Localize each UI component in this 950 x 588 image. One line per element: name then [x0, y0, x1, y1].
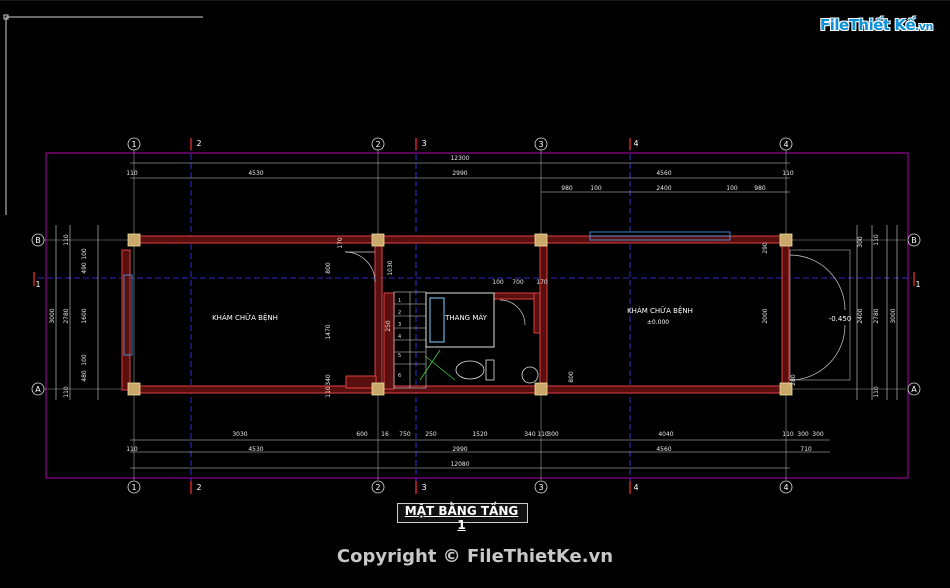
toilet-fixtures	[419, 349, 539, 384]
dim-int-10: 2000	[762, 308, 769, 323]
stair-step-1: 1	[398, 298, 401, 304]
stair-step-3: 3	[398, 322, 401, 328]
dim-top-5: 110	[782, 170, 794, 177]
dim-bot-2: 600	[356, 431, 368, 438]
dim-int-8: 700	[512, 279, 524, 286]
dim-top2-5: 980	[754, 185, 766, 192]
grid-label-a-right: A	[911, 385, 917, 394]
grid-label-1-left: 1	[35, 280, 40, 289]
grid-label-1-bottom: 1	[131, 483, 136, 492]
dim-bot-4: 750	[399, 431, 411, 438]
dim-int-4: 1470	[325, 324, 332, 339]
stair-step-5: 5	[398, 353, 401, 359]
room-label-elevator: THANG MÁY	[444, 313, 487, 322]
grid-label-3b-top: 3	[538, 140, 543, 149]
grid-label-3-top: 3	[421, 139, 426, 148]
dim-bot-10: 4040	[658, 431, 673, 438]
dim-bot2-5: 710	[800, 446, 812, 453]
dim-bot-1: 3030	[232, 431, 247, 438]
grid-label-a-left: A	[35, 385, 41, 394]
dim-top-4: 4560	[656, 170, 671, 177]
grid-label-4-top: 4	[633, 139, 638, 148]
dim-left-8: 110	[63, 386, 70, 398]
dim-top-3: 2990	[452, 170, 467, 177]
dim-bot2-3: 2990	[452, 446, 467, 453]
dim-bot-total: 12080	[450, 461, 469, 468]
dim-right-5: 110	[873, 234, 880, 246]
grid-label-4b-bottom: 4	[783, 483, 788, 492]
dim-right-3: 3000	[890, 308, 897, 323]
dim-int-3: 800	[325, 262, 332, 274]
cad-viewport-frame	[0, 0, 950, 215]
dim-int-2: 1030	[387, 260, 394, 275]
dim-right-4: 2780	[873, 308, 880, 323]
grid-label-4b-top: 4	[783, 140, 788, 149]
dim-left-2: 2780	[63, 308, 70, 323]
dim-left-1: 3000	[49, 308, 56, 323]
dim-int-6: 110	[325, 386, 332, 398]
dim-int-9: 170	[536, 279, 548, 286]
dim-top2-3: 2400	[656, 185, 671, 192]
dim-left-7: 480	[81, 370, 88, 382]
dim-right-7: 110	[873, 386, 880, 398]
dim-top2-4: 100	[726, 185, 738, 192]
dim-int-5: 340	[325, 374, 332, 386]
filethietke-logo-text: FileThiết Kế.vn	[820, 16, 933, 34]
dim-top-2: 4530	[248, 170, 263, 177]
stair-step-2: 2	[398, 310, 401, 316]
dim-right-6: 280	[790, 374, 797, 386]
logo-rest: Thiết Kế	[848, 16, 916, 34]
dim-top2-1: 980	[561, 185, 573, 192]
dim-bot2-4: 4560	[656, 446, 671, 453]
grid-label-1-right: 1	[915, 280, 920, 289]
logo-main: File	[820, 16, 849, 34]
dim-bot2-1: 110	[126, 446, 138, 453]
dim-int-11: 800	[568, 371, 575, 383]
grid-label-3-bottom: 3	[421, 483, 426, 492]
level-floor: ±0.000	[647, 319, 669, 326]
room-label-left: KHÁM CHỮA BỆNH	[212, 313, 278, 322]
dim-left-9: 100	[81, 354, 88, 366]
dim-bot-11: 110	[782, 431, 794, 438]
dim-int-1: 170	[337, 237, 344, 249]
dim-top-1: 110	[126, 170, 138, 177]
dim-int-12: 250	[385, 320, 392, 332]
level-outdoor: -0.450	[829, 315, 852, 323]
dim-left-4: 110	[63, 234, 70, 246]
copyright-text: Copyright © FileThietKe.vn	[336, 546, 614, 567]
grid-label-1-top: 1	[131, 140, 136, 149]
grid-label-3b-bottom: 3	[538, 483, 543, 492]
dim-left-3: 1600	[81, 308, 88, 323]
dim-bot-7: 340	[524, 431, 536, 438]
dim-int-13: 290	[762, 242, 769, 254]
dim-int-7: 100	[492, 279, 504, 286]
dim-bot-9: 300	[547, 431, 559, 438]
grid-label-2b-bottom: 2	[375, 483, 380, 492]
dim-bot-5: 250	[425, 431, 437, 438]
cad-drawing-canvas: 1 2 2 3 3 4 4 1 2 2 3 3 4 4 B 1 A B 1 A …	[0, 0, 950, 494]
grid-label-2b-top: 2	[375, 140, 380, 149]
dim-left-5: 100	[81, 248, 88, 260]
grid-label-2-top: 2	[196, 139, 201, 148]
grid-label-b-left: B	[35, 236, 41, 245]
dim-right-2: 2400	[857, 308, 864, 323]
dim-right-1: 300	[857, 236, 864, 248]
dim-top-total: 12300	[450, 155, 469, 162]
dim-left-6: 490	[81, 262, 88, 274]
logo-domain: .vn	[915, 20, 933, 33]
dim-bot2-2: 4530	[248, 446, 263, 453]
dim-bot-12: 300	[797, 431, 809, 438]
stair-step-4: 4	[398, 334, 401, 340]
dim-bot-6: 1520	[472, 431, 487, 438]
drawing-title: MẶT BẰNG TẦNG 1	[404, 504, 519, 532]
dim-top2-2: 100	[590, 185, 602, 192]
grid-label-2-bottom: 2	[196, 483, 201, 492]
stair-step-6: 6	[398, 373, 401, 379]
grid-label-b-right: B	[911, 236, 917, 245]
room-label-right: KHÁM CHỮA BỆNH	[627, 306, 693, 315]
dim-bot-13: 300	[812, 431, 824, 438]
grid-label-4-bottom: 4	[633, 483, 638, 492]
doors	[344, 249, 851, 381]
dim-bot-3: 16	[381, 431, 389, 438]
